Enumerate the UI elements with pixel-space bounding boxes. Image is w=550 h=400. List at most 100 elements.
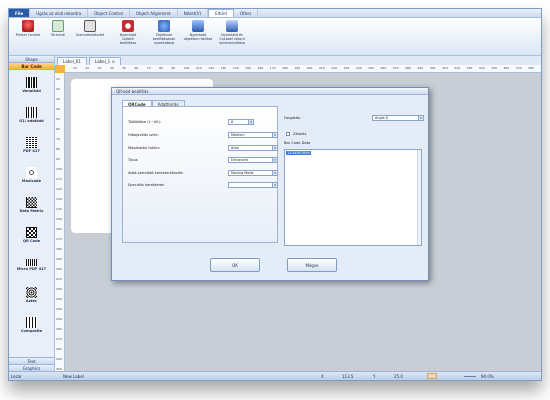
ok-button[interactable]: OK [210,258,260,272]
chevron-down-icon[interactable]: ▾ [272,133,277,137]
rotation-select[interactable]: Angle 0 ▾ [372,115,424,121]
sidebar-foot-graphics[interactable]: Graphics [9,364,54,371]
sidebar-foot-text[interactable]: Text [9,357,54,364]
sidebar-item-linear-barcode[interactable]: Vonalkód [9,70,54,100]
type-row: Típus Enhanced ▾ [128,157,278,164]
horizontal-ruler: 10 20 30 40 50 60 70 80 90 100 110 120 130 140 150 160 1… [65,65,541,73]
printer-control-icon [22,20,34,32]
menu-tab-active[interactable]: Eltűnt [208,9,235,17]
type-select[interactable]: Enhanced ▾ [228,157,278,163]
status-y-value: 25.0 [394,374,403,379]
barcode-data-textarea[interactable]: 1234567890 [284,149,422,246]
object-settings-print-button[interactable]: Objektum beállításának nyomtatása [147,20,181,50]
ruler-tick-label: 300 [429,66,436,70]
menu-tab-view[interactable]: Nézet(V) [178,9,209,17]
linear-barcode-icon [26,77,37,88]
sidebar-head-shape[interactable]: Shape [9,56,54,63]
doc-tab[interactable]: Label_01 [57,57,87,65]
special-chars-row: Speciális karakterek ▾ [128,182,278,189]
ruler-tick-label: 150 [245,66,251,70]
menu-tab-other[interactable]: Other [234,9,259,17]
ruler-tick-label: 210 [319,66,325,70]
sidebar-item-pdf417[interactable]: PDF 417 [9,130,54,160]
chevron-down-icon[interactable]: ▾ [272,146,277,150]
error-correction-select[interactable]: Medium ▾ [228,132,278,138]
ruler-tick-label: 10 [56,77,60,81]
menu-tab-object-control[interactable]: Object Control [88,9,130,17]
printer-timer-button[interactable]: Nyomtató időzítő beállítása [111,20,145,50]
sidebar-item-composite[interactable]: Composite [9,310,54,340]
sidebar-item-micro-pdf417[interactable]: Micro PDF 417 [9,250,54,280]
ruler-corner [55,65,65,73]
printer-control-button[interactable]: Printer Control [11,20,45,50]
zoom-slider-track[interactable] [464,376,476,377]
terminal-button[interactable]: Terminál [41,20,75,50]
sidebar-item-gs1[interactable]: G1/ adatkód [9,100,54,130]
ruler-tick-label: 210 [56,277,62,281]
ribbon-toolbar: Printer Control Terminál Szerszámkészlet… [9,18,541,56]
error-correction-row: Hibajavítás szint: Medium ▾ [128,132,278,139]
mask-factor-row: Maszkolási faktor: Auto ▾ [128,145,278,152]
ruler-tick-label: 280 [405,66,411,70]
mask-factor-select[interactable]: Auto ▾ [228,145,278,151]
composite-barcode-icon [26,317,37,328]
ruler-tick-label: 70 [146,66,151,70]
ruler-tick-label: 150 [56,217,62,221]
doc-tab[interactable]: Label_1 ⊙ [88,57,121,65]
printer-object-delete-button[interactable]: Nyomtató objektum törlése [181,20,215,50]
ruler-tick-label: 290 [417,66,424,70]
ruler-tick-label: 240 [355,66,362,70]
printer-delete-icon [192,20,204,32]
sidebar-item-maxicode[interactable]: Maxicode [9,160,54,190]
qr-code-icon [26,227,37,238]
menu-tab-go-first[interactable]: Ugrás az első rekordra [30,9,89,17]
status-label-name: New Label [63,374,84,379]
chevron-down-icon[interactable]: ▾ [272,158,277,162]
ruler-tick-label: 160 [257,66,264,70]
ruler-tick-label: 290 [56,357,62,361]
dialog-title: QR-kód beállítás [112,88,428,95]
tool-sidebar: Shape Bar Code Vonalkód G1/ adatkód PDF … [9,56,55,371]
ruler-tick-label: 80 [159,66,163,70]
ruler-tick-label: 250 [368,66,374,70]
lock-checkbox[interactable] [286,132,290,136]
stepper-arrows-icon[interactable]: ⇕ [248,120,253,124]
cancel-button[interactable]: Mégse [287,258,337,272]
chevron-down-icon[interactable]: ▾ [272,171,277,175]
chevron-down-icon[interactable]: ▾ [272,183,277,187]
sidebar-item-data-matrix[interactable]: Data Matrix [9,190,54,220]
ruler-tick-label: 40 [56,107,60,111]
ruler-tick-label: 310 [442,66,448,70]
ruler-tick-label: 140 [232,66,239,70]
ruler-tick-label: 240 [56,307,62,311]
data-matrix-icon [26,197,37,208]
ruler-tick-label: 70 [56,137,60,141]
sidebar-item-aztec[interactable]: Aztec [9,280,54,310]
version-stepper[interactable]: 8 ⇕ [228,119,254,125]
micro-pdf417-icon [26,259,37,266]
ruler-tick-label: 30 [56,97,60,101]
ruler-tick-label: 90 [56,157,60,161]
ruler-tick-label: 20 [85,66,90,70]
toolbox-button[interactable]: Szerszámkészlet [73,20,107,50]
textarea-scrollbar[interactable] [417,150,421,245]
rotation-label: Forgatás: [284,116,301,120]
ruler-tick-label: 100 [183,66,190,70]
ruler-tick-label: 110 [196,66,202,70]
aztec-icon [26,287,37,298]
gs1-barcode-icon [26,107,37,118]
ruler-tick-label: 90 [171,66,176,70]
qr-options-panel: Töltöttöbe (1~40): 8 ⇕ Hibajavítás szint:… [122,106,278,243]
printer-sync-button[interactable]: Nyomtató és CoLabel rekord szinkronizálása [215,20,249,50]
sidebar-head-barcode[interactable]: Bar Code [9,63,54,70]
ruler-tick-label: 220 [56,287,62,291]
sidebar-item-qr-code[interactable]: QR Code [9,220,54,250]
chevron-down-icon[interactable]: ▾ [418,116,423,120]
ruler-tick-label: 190 [294,66,301,70]
menu-tab-file[interactable]: File [9,9,31,17]
menu-tab-object-alignment[interactable]: Object Alignment [130,9,178,17]
sync-icon [226,20,238,32]
pdf417-icon [26,137,37,148]
charset-select[interactable]: Moving Mode ▾ [228,170,278,176]
special-chars-select[interactable]: ▾ [228,182,278,188]
